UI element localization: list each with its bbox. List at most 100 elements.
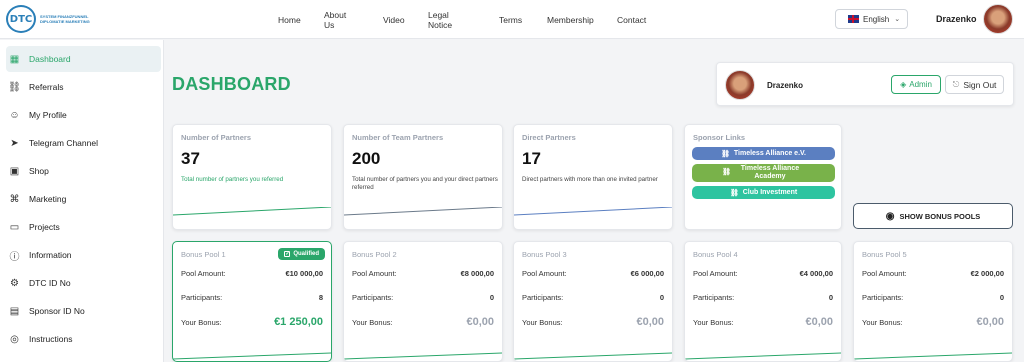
bonus-row: Your Bonus: €1 250,00 (181, 316, 323, 328)
sponsor-link-club-investment[interactable]: ⛓ Club Investment (692, 186, 835, 199)
sparkline (685, 352, 841, 360)
sidebar-item-referrals[interactable]: ⛓ Referrals (6, 74, 161, 100)
stat-label: Direct Partners (522, 133, 576, 142)
stat-value: 200 (352, 149, 381, 168)
logo-mark: DTC (6, 5, 36, 33)
top-user-name: Drazenko (936, 14, 977, 24)
avatar (725, 70, 755, 100)
sidebar-item-instructions[interactable]: ◎ Instructions (6, 326, 161, 352)
user-card-name: Drazenko (767, 81, 804, 90)
link-icon: ⛓ (720, 150, 730, 158)
stat-value: 17 (522, 149, 541, 168)
sign-out-label: Sign Out (963, 79, 997, 90)
pool-amount-value: €10 000,00 (285, 269, 323, 278)
participants-value: 8 (318, 293, 323, 302)
pool-amount-value: €6 000,00 (630, 269, 664, 278)
sidebar-item-telegram-channel[interactable]: ➤ Telegram Channel (6, 130, 161, 156)
sidebar-item-label: Dashboard (29, 54, 71, 64)
id-icon: ⚙ (10, 277, 19, 289)
participants-label: Participants: (181, 293, 223, 302)
participants-row: Participants: 0 (862, 293, 1004, 302)
stat-value: 37 (181, 149, 200, 168)
participants-row: Participants: 0 (352, 293, 494, 302)
stat-label: Sponsor Links (693, 133, 746, 142)
layers-icon: ◈ (900, 80, 907, 89)
participants-label: Participants: (522, 293, 564, 302)
info-icon: ⓘ (9, 251, 20, 263)
show-bonus-pools-button[interactable]: ◉ SHOW BONUS POOLS (853, 203, 1013, 229)
chevron-down-icon: ⌄ (894, 16, 901, 23)
bonus-row: Your Bonus: €0,00 (693, 316, 833, 328)
telegram-icon: ➤ (10, 137, 19, 149)
participants-value: 0 (999, 293, 1004, 302)
pool-title: Bonus Pool 2 (352, 250, 397, 259)
bonus-pool-card-3: Bonus Pool 3 Pool Amount: €6 000,00 Part… (513, 241, 673, 362)
pool-amount-value: €4 000,00 (799, 269, 833, 278)
bonus-value: €0,00 (805, 316, 833, 328)
nav-contact[interactable]: Contact (617, 15, 646, 25)
participants-row: Participants: 8 (181, 293, 323, 302)
sidebar-item-marketing[interactable]: ⌘ Marketing (6, 186, 161, 212)
bonus-label: Your Bonus: (862, 317, 903, 327)
eye-icon: ◉ (885, 210, 895, 222)
pool-amount-row: Pool Amount: €6 000,00 (522, 269, 664, 278)
bonus-row: Your Bonus: €0,00 (862, 316, 1004, 328)
participants-row: Participants: 0 (522, 293, 664, 302)
sidebar-item-shop[interactable]: ▣ Shop (6, 158, 161, 184)
sign-out-button[interactable]: ⎋ Sign Out (945, 75, 1004, 94)
nav-video[interactable]: Video (383, 15, 405, 25)
admin-button-label: Admin (909, 80, 932, 89)
sidebar-item-information[interactable]: ⓘ Information (6, 242, 161, 268)
sidebar-item-label: Projects (29, 222, 60, 232)
pool-amount-row: Pool Amount: €2 000,00 (862, 269, 1004, 278)
logo-tagline: SYSTEM FINANZFUNNEL DIPLOMATIE MARKETING (40, 14, 90, 24)
participants-row: Participants: 0 (693, 293, 833, 302)
participants-label: Participants: (352, 293, 394, 302)
admin-button[interactable]: ◈ Admin (891, 75, 941, 94)
sparkline (173, 352, 331, 360)
pool-title: Bonus Pool 5 (862, 250, 907, 259)
stat-description: Total number of partners you and your di… (352, 176, 498, 191)
sidebar-item-sponsor-id[interactable]: ▤ Sponsor ID No (6, 298, 161, 324)
sponsor-link-timeless-alliance[interactable]: ⛓ Timeless Alliance e.V. (692, 147, 835, 160)
page-title: DASHBOARD (172, 74, 291, 94)
sponsor-link-label: Club Investment (742, 189, 798, 196)
nav-about-us[interactable]: About Us (324, 10, 346, 30)
sidebar-item-dashboard[interactable]: ▦ Dashboard (6, 46, 161, 72)
pool-amount-row: Pool Amount: €8 000,00 (352, 269, 494, 278)
top-bar: DTC SYSTEM FINANZFUNNEL DIPLOMATIE MARKE… (0, 0, 1024, 39)
bonus-value: €0,00 (466, 316, 494, 328)
sparkline (344, 352, 502, 360)
nav-membership[interactable]: Membership (547, 15, 594, 25)
avatar[interactable] (983, 4, 1013, 34)
sidebar-item-projects[interactable]: ▭ Projects (6, 214, 161, 240)
stat-description: Direct partners with more than one invit… (522, 176, 658, 183)
stat-description: Total number of partners you referred (181, 176, 284, 183)
nav-legal-notice[interactable]: Legal Notice (428, 10, 452, 30)
pool-amount-label: Pool Amount: (862, 269, 907, 278)
sidebar-item-dtc-id[interactable]: ⚙ DTC ID No (6, 270, 161, 296)
bonus-value: €0,00 (976, 316, 1004, 328)
nav-terms[interactable]: Terms (499, 15, 522, 25)
language-select[interactable]: English ⌄ (835, 9, 908, 29)
pool-title: Bonus Pool 3 (522, 250, 567, 259)
bonus-pool-card-2: Bonus Pool 2 Pool Amount: €8 000,00 Part… (343, 241, 503, 362)
link-icon: ⛓ (8, 81, 21, 93)
sponsor-id-icon: ▤ (9, 305, 20, 317)
pool-amount-row: Pool Amount: €4 000,00 (693, 269, 833, 278)
sign-out-icon: ⎋ (952, 79, 960, 89)
sponsor-link-label: Timeless Alliance e.V. (733, 150, 806, 157)
stat-label: Number of Partners (181, 133, 252, 142)
sponsor-link-academy[interactable]: ⛓ Timeless Alliance Academy (692, 164, 835, 182)
nav-home[interactable]: Home (278, 15, 301, 25)
logo[interactable]: DTC SYSTEM FINANZFUNNEL DIPLOMATIE MARKE… (6, 5, 100, 33)
participants-value: 0 (659, 293, 664, 302)
sparkline (344, 207, 502, 216)
sidebar-item-my-profile[interactable]: ☺ My Profile (6, 102, 161, 128)
sidebar-item-label: DTC ID No (29, 278, 71, 288)
marketing-icon: ⌘ (9, 193, 20, 205)
language-label: English (863, 14, 890, 24)
user-card: Drazenko ◈ Admin ⎋ Sign Out (716, 62, 1014, 106)
bonus-pool-card-1: Bonus Pool 1 ✓ Qualified Pool Amount: €1… (172, 241, 332, 362)
stat-label: Number of Team Partners (352, 133, 444, 142)
